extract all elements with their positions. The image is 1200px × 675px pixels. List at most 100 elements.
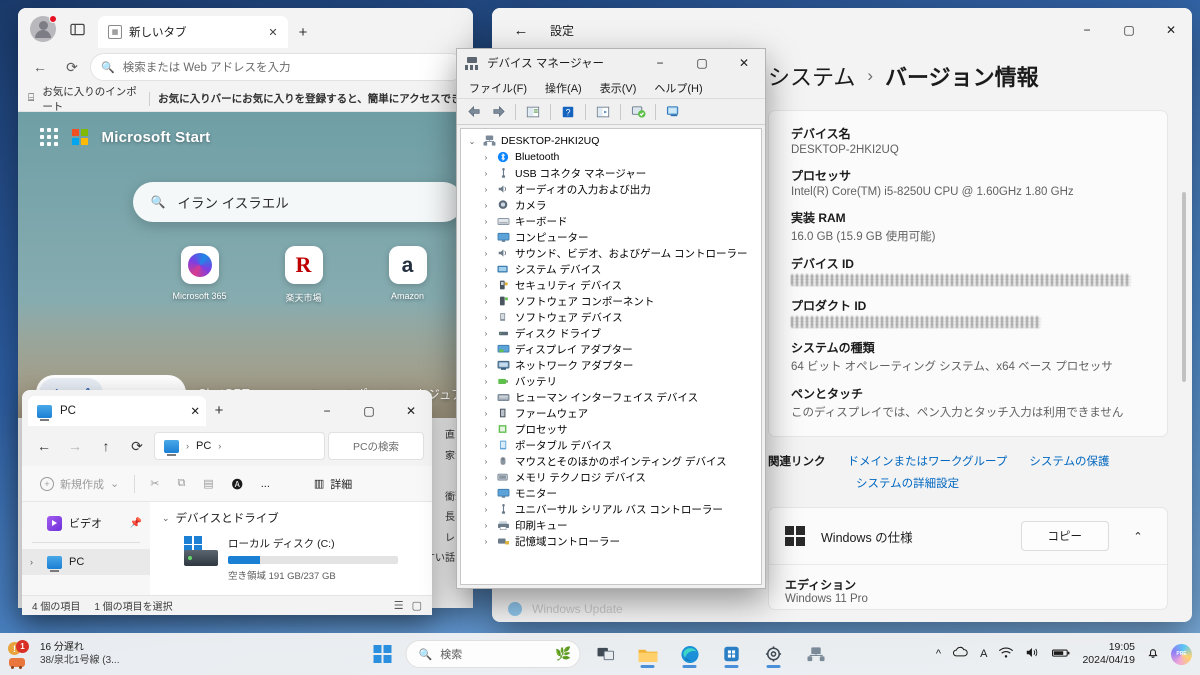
task-view-button[interactable] — [589, 638, 623, 670]
sidebar-item-pc[interactable]: › PC — [22, 549, 150, 575]
cloud-icon[interactable] — [952, 646, 969, 662]
speaker-icon[interactable] — [1025, 646, 1041, 662]
tree-node[interactable]: › ユニバーサル シリアル バス コントローラー — [461, 501, 761, 517]
tree-node[interactable]: › ソフトウェア デバイス — [461, 309, 761, 325]
taskbar-device-manager[interactable] — [799, 638, 833, 670]
chevron-right-icon[interactable]: › — [481, 441, 491, 450]
chevron-right-icon[interactable]: › — [481, 329, 491, 338]
tree-node-root[interactable]: ⌄ DESKTOP-2HKI2UQ — [461, 133, 761, 149]
chevron-right-icon[interactable]: › — [481, 521, 491, 530]
new-tab-button[interactable]: + — [206, 397, 232, 423]
group-header[interactable]: ⌄ デバイスとドライブ — [162, 510, 432, 526]
minimize-button[interactable]: − — [639, 48, 681, 78]
device-manager-window[interactable]: デバイス マネージャー − ▢ ✕ ファイル(F) 操作(A) 表示(V) ヘル… — [456, 48, 766, 589]
chevron-right-icon[interactable]: › — [481, 185, 491, 194]
menu-view[interactable]: 表示(V) — [600, 80, 637, 96]
maximize-button[interactable]: ▢ — [681, 48, 723, 78]
close-button[interactable]: ✕ — [1150, 15, 1192, 45]
copilot-icon[interactable]: PRE — [1171, 643, 1192, 665]
tray-overflow-icon[interactable]: ^ — [936, 648, 941, 660]
tree-node[interactable]: › ポータブル デバイス — [461, 437, 761, 453]
import-favorites-label[interactable]: お気に入りのインポート — [42, 84, 141, 114]
menu-file[interactable]: ファイル(F) — [469, 80, 527, 96]
drive-item[interactable]: ローカル ディスク (C:) 空き領域 191 GB/237 GB — [184, 536, 432, 582]
link-advanced-system-settings[interactable]: システムの詳細設定 — [856, 478, 959, 490]
chevron-right-icon[interactable]: › — [481, 409, 491, 418]
rename-icon[interactable]: 🅐 — [224, 471, 251, 497]
ime-indicator[interactable]: A — [980, 648, 987, 660]
tree-node[interactable]: › コンピューター — [461, 229, 761, 245]
chevron-right-icon[interactable]: › — [481, 505, 491, 514]
forward-icon[interactable]: → — [61, 432, 89, 460]
maximize-button[interactable]: ▢ — [348, 396, 390, 426]
bell-icon[interactable] — [1146, 646, 1160, 663]
taskbar-microsoft-edge[interactable] — [673, 638, 707, 670]
minimize-button[interactable]: − — [306, 396, 348, 426]
quick-link-rakuten[interactable]: R 楽天市場 — [271, 246, 337, 304]
chevron-right-icon[interactable]: › — [481, 489, 491, 498]
app-grid-icon[interactable] — [40, 128, 58, 146]
tree-node[interactable]: › ソフトウェア コンポーネント — [461, 293, 761, 309]
new-item-button[interactable]: + 新規作成 ⌄ — [32, 471, 127, 497]
list-view-icon[interactable]: ☰ — [394, 599, 404, 612]
battery-icon[interactable] — [1052, 647, 1071, 662]
maximize-button[interactable]: ▢ — [1108, 15, 1150, 45]
chevron-right-icon[interactable]: › — [481, 425, 491, 434]
chevron-right-icon[interactable]: › — [481, 537, 491, 546]
chevron-right-icon[interactable]: › — [481, 153, 491, 162]
tree-node[interactable]: › カメラ — [461, 197, 761, 213]
tree-node[interactable]: › メモリ テクノロジ デバイス — [461, 469, 761, 485]
tree-node[interactable]: › 記憶域コントローラー — [461, 533, 761, 549]
tree-node[interactable]: › モニター — [461, 485, 761, 501]
chevron-right-icon[interactable]: › — [481, 393, 491, 402]
paste-icon[interactable]: ▤ — [195, 471, 221, 497]
chevron-up-icon[interactable]: ⌃ — [1125, 530, 1151, 543]
tree-node[interactable]: › ヒューマン インターフェイス デバイス — [461, 389, 761, 405]
sidebar-item-windows-update[interactable]: Windows Update — [508, 602, 623, 616]
taskbar-microsoft-store[interactable] — [715, 638, 749, 670]
scan-for-hardware-changes-icon[interactable] — [628, 102, 648, 122]
taskbar-widget[interactable]: ! 1 16 分遅れ 38/泉北1号線 (3... — [0, 640, 180, 669]
tree-node[interactable]: › キーボード — [461, 213, 761, 229]
tab-actions-icon[interactable] — [64, 16, 90, 42]
refresh-icon[interactable]: ⟳ — [58, 53, 86, 81]
chevron-right-icon[interactable]: › — [481, 233, 491, 242]
tree-node[interactable]: › プロセッサ — [461, 421, 761, 437]
view-button[interactable]: ▥ 詳細 — [306, 471, 360, 497]
clock[interactable]: 19:05 2024/04/19 — [1082, 641, 1135, 667]
menu-help[interactable]: ヘルプ(H) — [654, 80, 702, 96]
tree-node[interactable]: › サウンド、ビデオ、およびゲーム コントローラー — [461, 245, 761, 261]
tree-node[interactable]: › USB コネクタ マネージャー — [461, 165, 761, 181]
tree-node[interactable]: › バッテリ — [461, 373, 761, 389]
more-options-icon[interactable]: ... — [253, 471, 278, 497]
tree-node[interactable]: › ディスク ドライブ — [461, 325, 761, 341]
chevron-right-icon[interactable]: › — [481, 345, 491, 354]
chevron-right-icon[interactable]: › — [481, 457, 491, 466]
chevron-right-icon[interactable]: › — [481, 249, 491, 258]
close-icon[interactable]: ✕ — [190, 404, 200, 418]
new-tab-button[interactable]: + — [290, 19, 316, 45]
show-hidden-icon[interactable] — [593, 102, 613, 122]
help-icon[interactable]: ? — [558, 102, 578, 122]
breadcrumb-item[interactable]: PC — [196, 440, 211, 452]
back-icon[interactable]: ← — [30, 432, 58, 460]
refresh-icon[interactable]: ⟳ — [123, 432, 151, 460]
back-arrow-icon[interactable] — [464, 102, 484, 122]
cut-icon[interactable]: ✂ — [142, 471, 167, 497]
close-button[interactable]: ✕ — [723, 48, 765, 78]
ntp-search-box[interactable]: 🔍 イラン イスラエル — [132, 182, 463, 222]
start-button[interactable] — [368, 639, 398, 669]
chevron-right-icon[interactable]: › — [481, 169, 491, 178]
edge-tab[interactable]: ▦ 新しいタブ ✕ — [98, 16, 288, 48]
taskbar-search-box[interactable]: 🔍 検索 🌿 — [405, 640, 581, 668]
breadcrumb-parent[interactable]: システム — [768, 60, 855, 92]
copy-button[interactable]: コピー — [1020, 521, 1109, 551]
explorer-tab[interactable]: PC ✕ — [28, 396, 206, 426]
profile-avatar[interactable] — [30, 15, 57, 42]
tree-node[interactable]: › 印刷キュー — [461, 517, 761, 533]
forward-arrow-icon[interactable] — [488, 102, 508, 122]
update-driver-icon[interactable] — [663, 102, 683, 122]
chevron-right-icon[interactable]: › — [481, 297, 491, 306]
chevron-right-icon[interactable]: › — [481, 313, 491, 322]
chevron-right-icon[interactable]: › — [481, 265, 491, 274]
